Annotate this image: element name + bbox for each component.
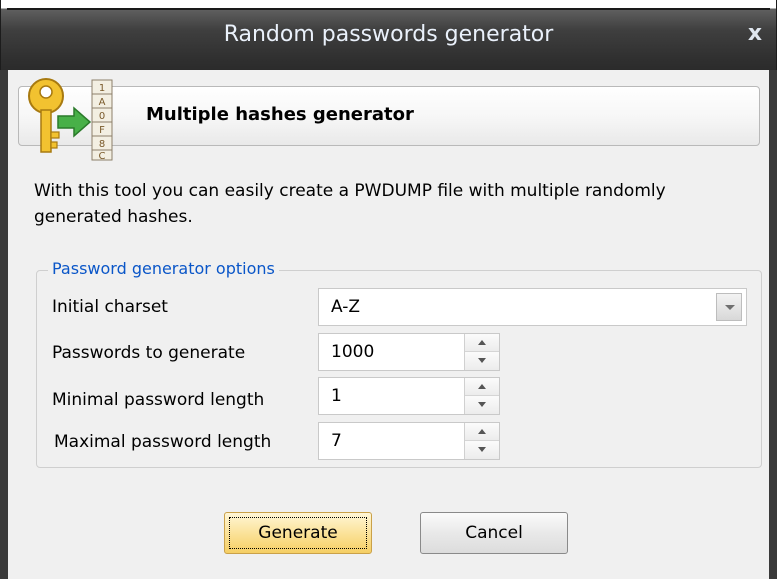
min-length-increment-icon[interactable] (465, 378, 499, 396)
focus-ring (229, 517, 367, 549)
count-value[interactable]: 1000 (331, 342, 374, 362)
close-button[interactable]: x (744, 22, 766, 46)
count-increment-icon[interactable] (465, 334, 499, 352)
count-spin-buttons (464, 334, 499, 370)
charset-label: Initial charset (52, 297, 168, 317)
title-bar[interactable]: Random passwords generator x (0, 0, 777, 70)
max-length-increment-icon[interactable] (465, 423, 499, 441)
count-decrement-icon[interactable] (465, 352, 499, 370)
generate-button[interactable]: Generate (224, 512, 372, 554)
cancel-button[interactable]: Cancel (420, 512, 568, 554)
svg-text:A: A (99, 97, 106, 108)
svg-text:8: 8 (99, 139, 105, 150)
chevron-down-icon[interactable] (716, 293, 742, 321)
key-with-hash-table-icon: 1 A 0 F 8 C (28, 78, 113, 162)
min-length-stepper[interactable]: 1 (318, 377, 500, 415)
min-length-decrement-icon[interactable] (465, 396, 499, 414)
min-length-spin-buttons (464, 378, 499, 414)
max-length-decrement-icon[interactable] (465, 441, 499, 459)
svg-text:F: F (99, 125, 105, 136)
svg-text:C: C (99, 151, 106, 162)
min-length-label: Minimal password length (52, 390, 265, 410)
min-length-value[interactable]: 1 (331, 386, 342, 406)
dialog-window: Random passwords generator x 1 A 0 F 8 C… (0, 0, 777, 579)
svg-text:1: 1 (99, 83, 105, 94)
count-label: Passwords to generate (52, 343, 246, 363)
charset-value: A-Z (331, 297, 361, 317)
description-text: With this tool you can easily create a P… (34, 181, 666, 227)
svg-text:0: 0 (99, 111, 105, 122)
max-length-label: Maximal password length (54, 432, 272, 452)
header-title: Multiple hashes generator (146, 104, 414, 125)
cancel-button-label: Cancel (465, 523, 523, 543)
max-length-spin-buttons (464, 423, 499, 459)
max-length-value[interactable]: 7 (331, 431, 342, 451)
count-stepper[interactable]: 1000 (318, 333, 500, 371)
max-length-stepper[interactable]: 7 (318, 422, 500, 460)
options-group-title: Password generator options (48, 259, 279, 278)
charset-select[interactable]: A-Z (318, 288, 747, 326)
window-title: Random passwords generator (223, 22, 554, 47)
